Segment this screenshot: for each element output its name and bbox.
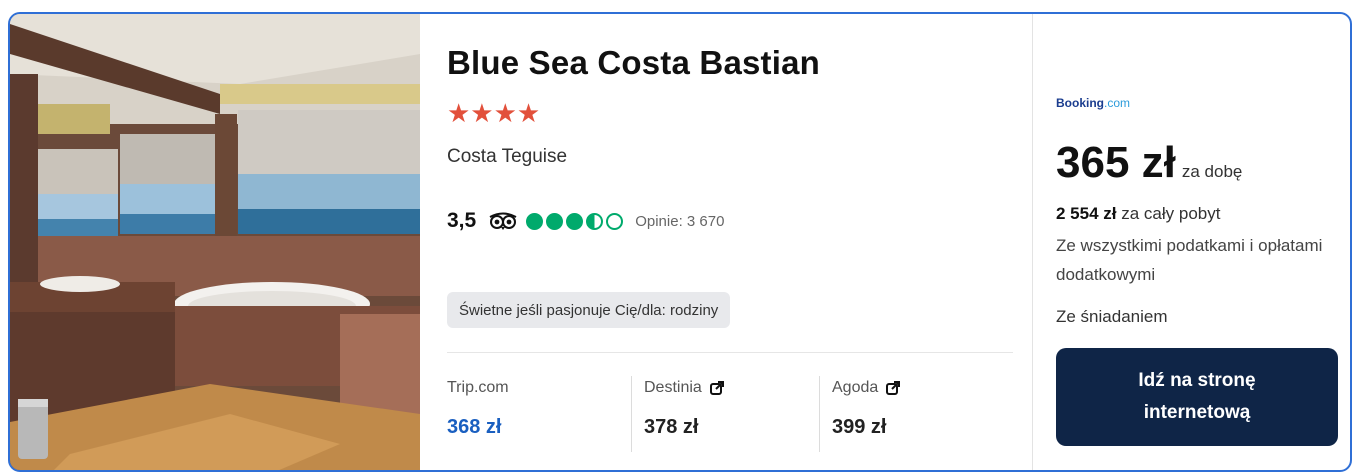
meal-info: Ze śniadaniem	[1056, 307, 1168, 326]
offer-price: 365 zł za dobę	[1056, 138, 1242, 188]
provider-name: Destinia	[644, 379, 702, 396]
provider-price[interactable]: 378 zł	[644, 416, 698, 439]
external-link-icon	[709, 381, 724, 395]
total-amount: 2 554 zł	[1056, 204, 1117, 223]
total-label: za cały pobyt	[1121, 204, 1221, 223]
audience-tag: Świetne jeśli pasjonuje Cię/dla: rodziny	[447, 292, 731, 328]
provider-destinia[interactable]: Destinia 378 zł	[631, 376, 817, 452]
hotel-photo[interactable]	[10, 14, 420, 470]
external-link-icon	[886, 381, 901, 395]
rating-score: 3,5	[447, 209, 477, 232]
rating-bubble-full	[566, 212, 584, 230]
hotel-star-rating: ★★★★	[447, 98, 541, 128]
rating-bubble-full	[526, 212, 544, 230]
provider-price[interactable]: 399 zł	[832, 416, 886, 439]
booking-logo: Booking.com	[1056, 96, 1131, 110]
column-divider	[1032, 14, 1033, 470]
price-unit: za dobę	[1181, 162, 1243, 181]
rating-bubbles	[526, 212, 624, 230]
hotel-info: Blue Sea Costa Bastian ★★★★ Costa Teguis…	[447, 14, 1019, 470]
hotel-card[interactable]: Blue Sea Costa Bastian ★★★★ Costa Teguis…	[8, 12, 1352, 472]
provider-tripcom[interactable]: Trip.com 368 zł	[447, 376, 627, 452]
review-count[interactable]: Opinie: 3 670	[635, 213, 724, 230]
provider-price[interactable]: 368 zł	[447, 416, 501, 439]
hotel-name[interactable]: Blue Sea Costa Bastian	[447, 44, 820, 82]
total-price: 2 554 zł za cały pobyt	[1056, 204, 1220, 224]
provider-prices: Trip.com 368 zł Destinia 378 zł Agoda 39…	[447, 376, 1019, 456]
go-to-website-button[interactable]: Idź na stronę internetową	[1056, 348, 1338, 446]
divider	[447, 352, 1013, 353]
hotel-photo-image	[10, 14, 420, 470]
rating-bubble-empty	[606, 212, 624, 230]
hotel-location: Costa Teguise	[447, 146, 568, 167]
tripadvisor-owl-icon	[489, 212, 517, 230]
price-per-night: 365 zł	[1056, 138, 1176, 187]
provider-name: Agoda	[832, 379, 879, 396]
taxes-note: Ze wszystkimi podatkami i opłatami dodat…	[1056, 236, 1323, 284]
provider-name: Trip.com	[447, 379, 509, 396]
rating-bubble-half	[586, 212, 604, 230]
provider-agoda[interactable]: Agoda 399 zł	[819, 376, 1010, 452]
review-rating[interactable]: 3,5 Opinie: 3 670	[447, 206, 724, 236]
rating-bubble-full	[546, 212, 564, 230]
best-offer: Booking.com 365 zł za dobę 2 554 zł za c…	[1056, 14, 1342, 470]
